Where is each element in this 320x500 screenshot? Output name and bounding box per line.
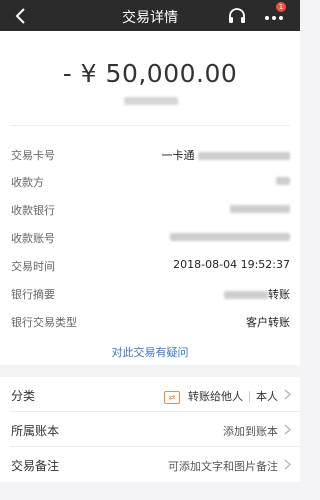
notification-badge: 1	[276, 2, 286, 12]
detail-value: 客户转账	[246, 316, 290, 329]
detail-label: 收款账号	[11, 232, 55, 245]
headset-icon[interactable]	[226, 5, 248, 27]
detail-row-payee: 收款方	[0, 171, 300, 191]
note-row[interactable]: 交易备注 可添加文字和图片备注	[0, 447, 300, 482]
transaction-amount: - ¥ 50,000.00	[62, 59, 238, 88]
detail-row-time: 交易时间 2018-08-04 19:52:37	[0, 255, 300, 275]
detail-row-card: 交易卡号 一卡通	[0, 144, 300, 164]
detail-row-bank: 收款银行	[0, 199, 300, 219]
transfer-icon: ⇄	[164, 390, 180, 404]
detail-row-account: 收款账号	[0, 227, 300, 247]
detail-value	[230, 202, 290, 215]
redacted-text	[230, 205, 290, 213]
detail-label: 收款银行	[11, 204, 55, 217]
detail-label: 交易时间	[11, 260, 55, 273]
redacted-text	[198, 152, 290, 160]
account-book-value: 添加到账本	[223, 425, 278, 438]
transaction-card: - ¥ 50,000.00 交易卡号 一卡通 收款方 收款银行 收款账号 交易时…	[0, 31, 300, 365]
detail-value	[276, 174, 290, 187]
detail-value: 转账	[224, 286, 290, 302]
transaction-options-list: 分类 ⇄ 转账给他人 本人 所属账本 添加到账本 交易备注 可添加文字和图片备注	[0, 377, 300, 482]
redacted-text	[170, 233, 290, 241]
redacted-text	[276, 177, 290, 185]
dispute-link[interactable]: 对此交易有疑问	[0, 344, 300, 360]
redacted-text	[224, 291, 268, 299]
detail-label: 银行摘要	[11, 288, 55, 301]
detail-label: 收款方	[11, 176, 44, 189]
detail-row-type: 银行交易类型 客户转账	[0, 311, 300, 331]
detail-row-summary: 银行摘要 转账	[0, 283, 300, 303]
account-book-label: 所属账本	[11, 424, 60, 438]
chevron-right-icon	[284, 459, 291, 470]
category-label: 分类	[11, 389, 36, 403]
detail-value: 一卡通	[162, 147, 290, 163]
redacted-counterparty	[124, 97, 178, 105]
chevron-right-icon	[284, 389, 291, 400]
divider	[10, 125, 290, 126]
detail-value: 2018-08-04 19:52:37	[173, 258, 290, 271]
detail-label: 交易卡号	[11, 149, 55, 162]
category-value: ⇄ 转账给他人 本人	[164, 388, 278, 404]
note-value: 可添加文字和图片备注	[168, 460, 278, 473]
detail-value	[170, 230, 290, 243]
page-title: 交易详情	[122, 10, 178, 26]
account-book-row[interactable]: 所属账本 添加到账本	[0, 412, 300, 447]
separator	[249, 391, 250, 403]
note-label: 交易备注	[11, 459, 60, 473]
navigation-bar: 交易详情 1	[0, 0, 300, 31]
chevron-right-icon	[284, 424, 291, 435]
category-row[interactable]: 分类 ⇄ 转账给他人 本人	[0, 377, 300, 412]
detail-label: 银行交易类型	[11, 316, 77, 329]
